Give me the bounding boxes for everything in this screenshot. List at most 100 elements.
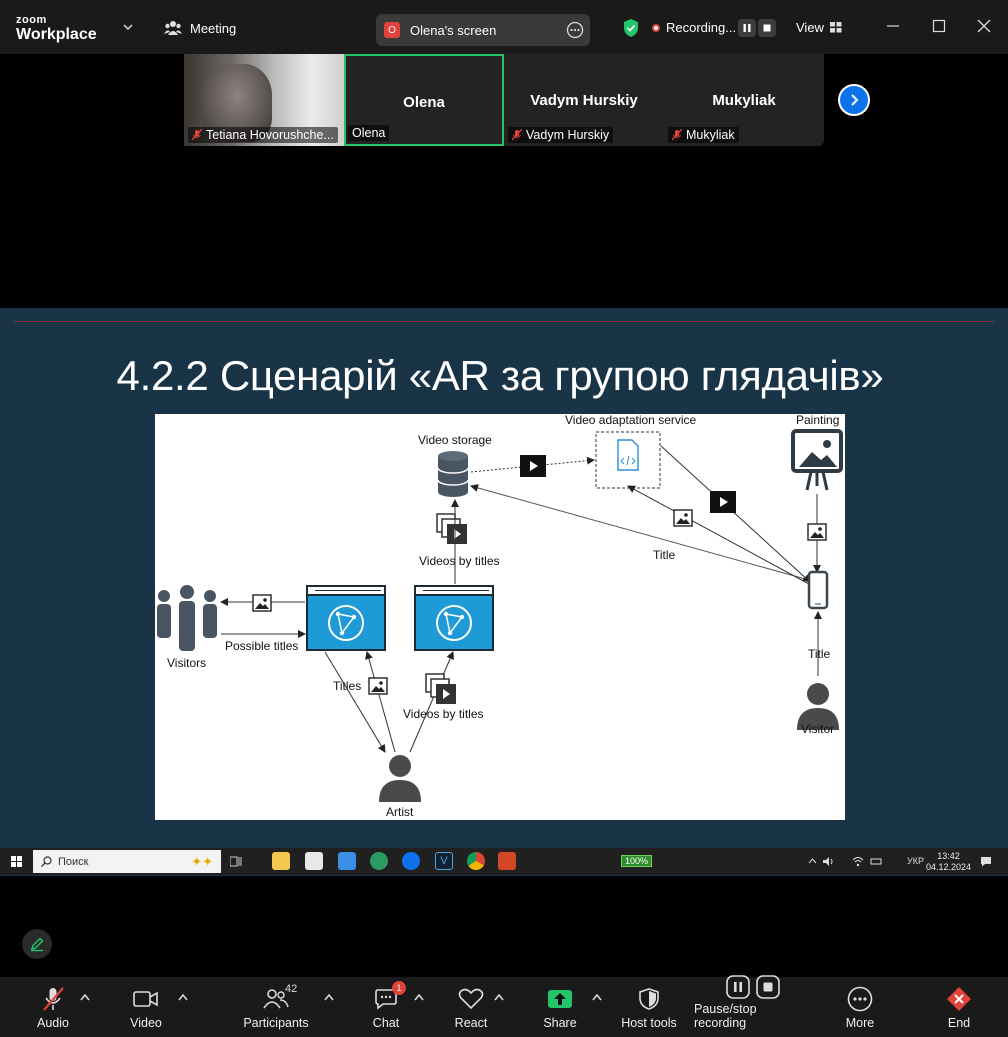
shared-screen-pill[interactable]: O Olena's screen — [376, 14, 590, 46]
participants-options-caret-icon[interactable] — [324, 993, 334, 1001]
recording-indicator: Recording... — [652, 20, 736, 35]
minimize-icon[interactable] — [885, 18, 901, 34]
grid-view-icon — [829, 22, 842, 33]
powerpoint-app-icon[interactable] — [498, 852, 516, 870]
chat-label: Chat — [372, 1016, 400, 1030]
host-tools-button[interactable]: Host tools — [618, 977, 680, 1037]
edge-browser-icon[interactable] — [370, 852, 388, 870]
chat-unread-badge: 1 — [392, 981, 406, 995]
more-button[interactable]: More — [843, 977, 877, 1037]
participant-tile[interactable]: Mukyliak Mukyliak — [664, 54, 824, 146]
taskbar-search-box[interactable]: Поиск ✦✦ — [33, 850, 221, 873]
end-x-icon — [947, 987, 971, 1011]
participant-name-text: Tetiana Hovorushche... — [206, 128, 334, 142]
more-dots-icon — [847, 986, 873, 1012]
pause-icon — [743, 24, 751, 32]
pause-recording-button[interactable] — [738, 19, 756, 37]
store-icon[interactable] — [305, 852, 323, 870]
share-arrow-icon — [548, 990, 572, 1008]
end-meeting-button[interactable]: End — [942, 977, 976, 1037]
chevron-up-icon[interactable] — [808, 857, 817, 864]
code-file-icon — [617, 439, 639, 471]
zoom-logo: zoom Workplace — [16, 15, 97, 43]
participant-name-text: Vadym Hurskiy — [526, 128, 610, 142]
react-options-caret-icon[interactable] — [494, 993, 504, 1001]
slide-title: 4.2.2 Сценарій «AR за групою глядачів» — [116, 352, 884, 399]
view-menu[interactable]: View — [796, 20, 842, 35]
label-video-adaptation-service: Video adaptation service — [565, 414, 697, 427]
search-placeholder: Поиск — [58, 855, 89, 868]
video-play-icon — [710, 491, 736, 513]
logo-zoom-text: zoom — [16, 14, 47, 26]
pause-stop-recording-button[interactable]: Pause/stop recording — [694, 975, 812, 1037]
clock-date: 04.12.2024 — [926, 862, 972, 872]
chat-options-caret-icon[interactable] — [414, 993, 424, 1001]
view-label: View — [796, 20, 824, 35]
participant-tile[interactable]: Tetiana Hovorushche... — [184, 54, 344, 146]
visio-app-icon[interactable]: V — [435, 852, 453, 870]
participant-tile-active-speaker[interactable]: Olena Olena — [344, 54, 504, 146]
meeting-menu[interactable]: Meeting — [164, 20, 236, 36]
stop-recording-button[interactable] — [758, 19, 776, 37]
more-options-icon[interactable] — [566, 21, 584, 39]
audio-options-caret-icon[interactable] — [80, 993, 90, 1001]
chat-button[interactable]: 1 Chat — [368, 977, 406, 1037]
share-screen-button[interactable]: Share — [541, 977, 579, 1037]
video-stack-icon — [425, 673, 457, 705]
speaker-icon[interactable] — [822, 856, 834, 867]
annotate-button[interactable] — [22, 929, 52, 959]
host-shield-icon — [639, 988, 659, 1010]
close-icon[interactable] — [976, 18, 992, 34]
muted-mic-icon — [672, 129, 682, 141]
stop-recording-icon — [756, 975, 780, 999]
label-visitors: Visitors — [167, 656, 206, 670]
photos-icon[interactable] — [338, 852, 356, 870]
next-page-button[interactable] — [838, 84, 870, 116]
title-bar: zoom Workplace Meeting O Olena's screen … — [0, 0, 1008, 54]
visitors-group-icon — [157, 585, 217, 651]
windows-start-icon[interactable] — [11, 856, 22, 867]
notification-icon[interactable] — [980, 856, 992, 867]
participant-name-text: Olena — [352, 126, 386, 140]
label-titles: Titles — [333, 679, 361, 693]
battery-indicator[interactable]: 100% — [621, 855, 653, 867]
participant-tile[interactable]: Vadym Hurskiy Vadym Hurskiy — [504, 54, 664, 146]
file-explorer-icon[interactable] — [272, 852, 290, 870]
label-painting: Painting — [796, 414, 839, 427]
record-dot-icon — [652, 23, 660, 32]
network-icon[interactable] — [870, 856, 882, 867]
clock-time: 13:42 — [937, 851, 960, 861]
pause-stop-label: Pause/stop recording — [694, 1002, 757, 1030]
audio-button[interactable]: Audio — [34, 977, 72, 1037]
heart-react-icon — [458, 988, 484, 1010]
participants-button[interactable]: 42 Participants — [242, 977, 310, 1037]
zoom-app-icon[interactable] — [402, 852, 420, 870]
image-icon — [252, 594, 272, 612]
react-label: React — [454, 1016, 488, 1030]
maximize-icon[interactable] — [931, 18, 947, 34]
painting-easel-icon — [791, 429, 843, 491]
participant-name-label: Tetiana Hovorushche... — [188, 127, 338, 143]
participant-name-label: Olena — [348, 125, 390, 141]
chevron-down-icon[interactable] — [123, 22, 133, 32]
label-visitor: Visitor — [801, 722, 834, 736]
wifi-icon[interactable] — [852, 856, 864, 867]
system-clock[interactable]: 13:42 04.12.2024 — [926, 851, 971, 873]
language-indicator[interactable]: УКР — [907, 856, 924, 866]
muted-mic-icon — [512, 129, 522, 141]
share-options-caret-icon[interactable] — [592, 993, 602, 1001]
architecture-diagram: Video storage Video adaptation service P… — [155, 413, 845, 820]
task-view-icon[interactable] — [230, 856, 242, 867]
video-label: Video — [130, 1016, 162, 1030]
participants-label: Participants — [243, 1016, 309, 1030]
meeting-people-icon — [164, 21, 182, 35]
video-camera-icon — [133, 991, 158, 1007]
label-videos-by-titles-top: Videos by titles — [419, 554, 500, 568]
chrome-browser-icon[interactable] — [467, 852, 485, 870]
video-options-caret-icon[interactable] — [178, 993, 188, 1001]
video-button[interactable]: Video — [126, 977, 166, 1037]
security-shield-icon[interactable] — [622, 18, 640, 38]
react-button[interactable]: React — [452, 977, 490, 1037]
smartphone-icon — [807, 570, 829, 610]
shared-screen-content: 4.2.2 Сценарій «AR за групою глядачів» V… — [0, 308, 1008, 876]
